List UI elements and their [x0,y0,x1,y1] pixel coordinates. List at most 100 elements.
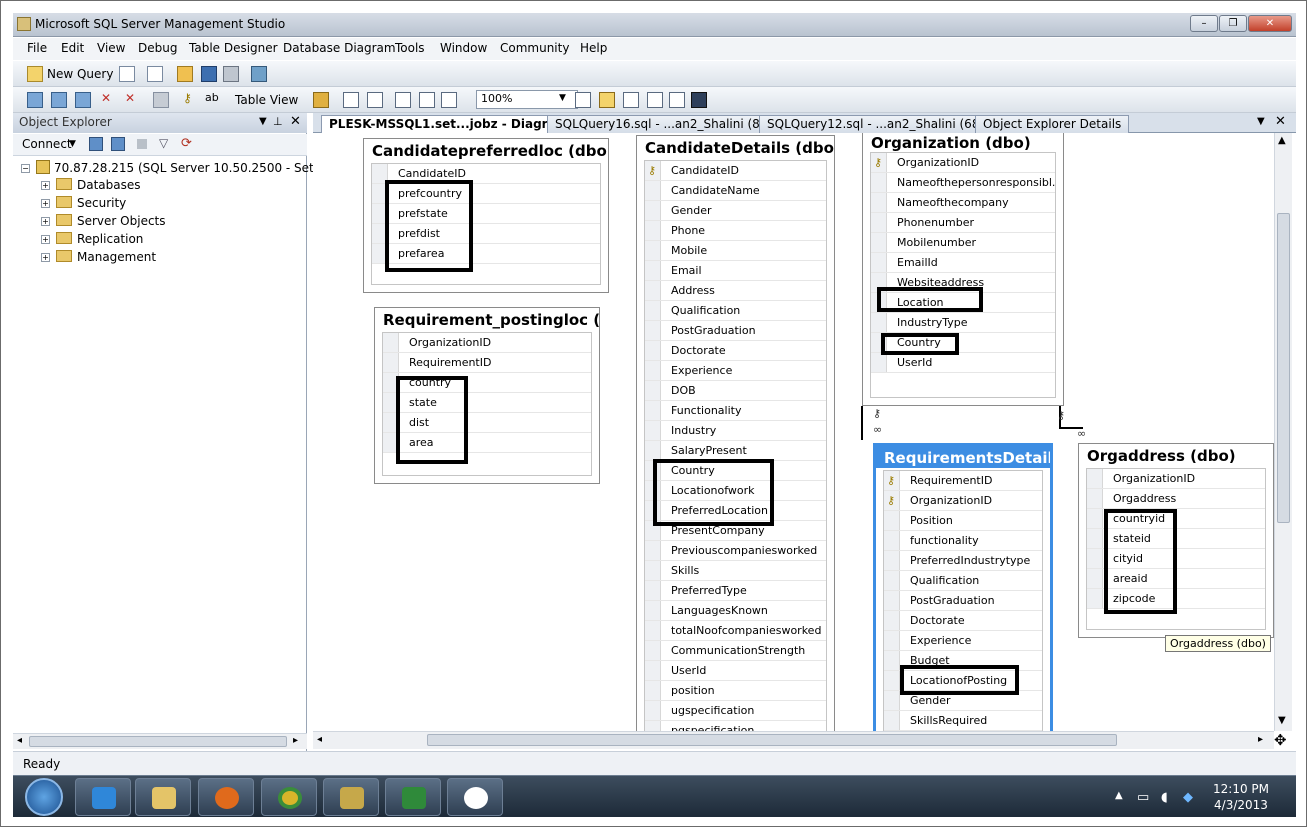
column-row[interactable]: OrganizationID [383,333,591,353]
column-row[interactable]: Phone [645,221,826,241]
column-row[interactable]: DOB [645,381,826,401]
row-selector[interactable] [884,631,900,650]
menu-edit[interactable]: Edit [61,41,84,55]
row-selector[interactable] [884,691,900,710]
row-selector[interactable] [884,711,900,730]
table-organization[interactable]: Organization (dbo) ⚷ OrganizationID Nameof… [862,133,1064,406]
row-selector[interactable] [884,671,900,690]
row-selector[interactable] [645,421,661,440]
diagram-vertical-scrollbar[interactable]: ▲ ▼ [1274,133,1292,731]
tree-node-databases[interactable]: + Databases [41,178,141,192]
taskbar-app-excel[interactable] [385,778,441,816]
show-hidden-icons[interactable]: ▲ [1115,790,1123,801]
expand-icon[interactable]: + [41,199,50,208]
column-row[interactable]: Experience [884,631,1042,651]
row-selector[interactable] [884,511,900,530]
new-query-button[interactable]: New Query [47,67,113,81]
table-view-button[interactable]: Table View [235,93,298,107]
column-row[interactable]: functionality [884,531,1042,551]
arrange-tables-icon[interactable] [367,92,383,108]
row-selector[interactable] [383,353,399,372]
disconnect-icon[interactable] [111,137,125,151]
column-row[interactable]: Qualification [884,571,1042,591]
column-row[interactable]: Address [645,281,826,301]
row-selector[interactable] [645,701,661,720]
row-selector[interactable] [871,193,887,212]
row-selector[interactable] [1087,569,1103,588]
row-selector[interactable] [383,333,399,352]
column-row[interactable]: Industry [645,421,826,441]
row-selector[interactable] [884,571,900,590]
row-selector[interactable] [645,441,661,460]
taskbar-app-ssms[interactable] [323,778,379,816]
tree-node-security[interactable]: + Security [41,196,126,210]
taskbar-app-gtalk[interactable] [447,778,503,816]
column-row[interactable]: totalNoofcompaniesworked [645,621,826,641]
diagram-canvas[interactable]: Candidatepreferredloc (dbo) CandidateID p… [313,133,1274,731]
column-row[interactable]: UserId [645,661,826,681]
show-relationship-labels-icon[interactable] [441,92,457,108]
column-row[interactable]: Previouscompaniesworked [645,541,826,561]
xml-index-icon[interactable] [647,92,663,108]
row-selector[interactable] [871,353,887,372]
column-row[interactable]: LanguagesKnown [645,601,826,621]
save-all-icon[interactable] [223,66,239,82]
column-row[interactable]: PreferredIndustrytype [884,551,1042,571]
row-selector[interactable] [871,213,887,232]
row-selector[interactable] [645,621,661,640]
row-selector[interactable] [645,541,661,560]
network-icon[interactable]: ▭ [1137,790,1149,805]
tab-sqlquery16[interactable]: SQLQuery16.sql - ...an2_Shalini (879)) [547,115,793,133]
menu-help[interactable]: Help [580,41,607,55]
column-row[interactable]: Mobile [645,241,826,261]
panel-close-icon[interactable]: ✕ [290,114,301,129]
row-selector[interactable] [884,591,900,610]
add-related-tables-icon[interactable] [75,92,91,108]
scroll-thumb[interactable] [427,734,1117,746]
column-row[interactable]: ⚷ OrganizationID [871,153,1055,173]
delete-from-database-icon[interactable]: ✕ [101,91,117,107]
add-table-icon[interactable] [51,92,67,108]
start-button[interactable] [25,778,63,816]
generate-script-icon[interactable] [153,92,169,108]
row-selector[interactable] [645,361,661,380]
column-row[interactable]: Doctorate [884,611,1042,631]
column-row[interactable]: CommunicationStrength [645,641,826,661]
volume-icon[interactable]: ◖ [1161,790,1168,805]
column-row[interactable]: ⚷ OrganizationID [884,491,1042,511]
expand-icon[interactable]: + [41,181,50,190]
column-row[interactable]: Position [884,511,1042,531]
column-row[interactable]: Orgaddress [1087,489,1265,509]
row-selector[interactable] [884,651,900,670]
taskbar-app-explorer[interactable] [135,778,191,816]
row-selector[interactable] [884,551,900,570]
tree-node-server-objects[interactable]: + Server Objects [41,214,166,228]
column-row[interactable]: PreferredType [645,581,826,601]
scroll-right-icon[interactable]: ▸ [1258,734,1263,745]
menu-database-diagram[interactable]: Database Diagram [283,41,396,55]
column-row[interactable]: ⚷ RequirementID [884,471,1042,491]
row-selector[interactable] [1087,469,1103,488]
new-file-icon[interactable] [119,66,135,82]
column-row[interactable]: PostGraduation [645,321,826,341]
row-selector[interactable] [645,221,661,240]
scroll-left-icon[interactable]: ◂ [17,735,22,746]
column-row[interactable]: ⚷ CandidateID [645,161,826,181]
relationships-icon[interactable] [575,92,591,108]
scroll-right-icon[interactable]: ▸ [293,735,298,746]
fulltext-index-icon[interactable] [623,92,639,108]
tab-list-icon[interactable]: ▼ [1257,116,1265,127]
primary-key-icon[interactable]: ⚷ [183,91,199,107]
row-selector[interactable] [1087,589,1103,608]
row-selector[interactable] [645,281,661,300]
column-row[interactable]: SkillsRequired [884,711,1042,731]
menu-table-designer[interactable]: Table Designer [189,41,278,55]
column-row[interactable]: OrganizationID [1087,469,1265,489]
text-annotation-icon[interactable]: ab [205,91,221,107]
autosize-icon[interactable] [395,92,411,108]
system-clock[interactable]: 12:10 PM 4/3/2013 [1213,781,1269,813]
menu-debug[interactable]: Debug [138,41,177,55]
spatial-index-icon[interactable] [691,92,707,108]
dropbox-icon[interactable]: ◆ [1183,790,1193,805]
row-selector[interactable] [645,181,661,200]
